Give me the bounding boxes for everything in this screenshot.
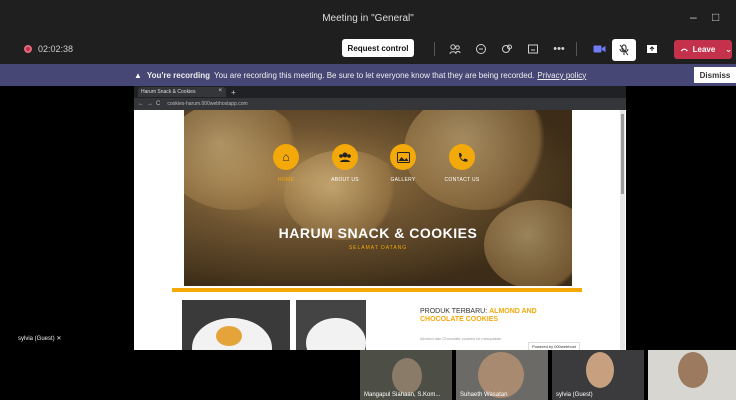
new-tab-icon[interactable]: + bbox=[231, 88, 236, 97]
leave-button[interactable]: Leave ⌄ bbox=[674, 40, 732, 59]
url-text[interactable]: cookies-harum.000webhostapp.com bbox=[167, 101, 247, 107]
nav-label: ABOUT US bbox=[331, 177, 359, 183]
leave-label: Leave bbox=[692, 45, 716, 54]
chevron-down-icon[interactable]: ⌄ bbox=[725, 45, 732, 54]
window-title: Meeting in "General" bbox=[322, 12, 414, 24]
presenter-label: sylvia (Guest) bbox=[18, 336, 55, 342]
cookie-photo-2 bbox=[296, 300, 366, 350]
recording-dot-icon bbox=[24, 45, 32, 53]
nav-gallery[interactable]: GALLERY bbox=[373, 144, 433, 183]
cookie-photo bbox=[182, 300, 290, 350]
separator bbox=[576, 42, 577, 56]
minimize-button[interactable]: – bbox=[690, 10, 697, 24]
powered-by-badge[interactable]: Powered by 000webhost bbox=[528, 342, 580, 350]
browser-tab[interactable]: Harum Snack & Cookies × bbox=[138, 87, 226, 97]
presenter-name: sylvia (Guest) ✕ bbox=[18, 335, 61, 342]
participant-tile[interactable]: Suhaeth Wasatan bbox=[456, 350, 548, 400]
product-section: PRODUK TERBARU: ALMOND AND CHOCOLATE COO… bbox=[172, 292, 582, 350]
home-icon: ⌂ bbox=[273, 144, 299, 170]
mic-off-icon bbox=[619, 44, 629, 56]
site-title: HARUM SNACK & COOKIES bbox=[278, 225, 478, 241]
shared-screen: Harum Snack & Cookies × + ←→C cookies-ha… bbox=[134, 86, 626, 350]
banner-message: You are recording this meeting. Be sure … bbox=[214, 70, 535, 80]
product-prefix: PRODUK TERBARU: bbox=[420, 308, 488, 315]
browser-tab-strip: Harum Snack & Cookies × + bbox=[134, 86, 626, 98]
phone-icon bbox=[449, 144, 475, 170]
mute-mic-button[interactable] bbox=[612, 39, 636, 61]
scrollbar-thumb[interactable] bbox=[621, 114, 624, 194]
phone-hangup-icon bbox=[680, 48, 688, 51]
nav-home[interactable]: ⌂ HOME bbox=[256, 144, 316, 183]
nav-contact-us[interactable]: CONTACT US bbox=[432, 144, 492, 183]
users-icon bbox=[332, 144, 358, 170]
website-hero: ⌂ HOME ABOUT US GALLERY CONTACT US HARUM… bbox=[184, 110, 572, 286]
recording-banner: ▲ You're recording You are recording thi… bbox=[0, 64, 736, 86]
chat-icon[interactable] bbox=[472, 40, 490, 58]
warning-icon: ▲ bbox=[134, 70, 142, 80]
participant-name: Suhaeth Wasatan bbox=[460, 392, 508, 398]
participant-name: Mangapul Siahaan, S.Kom... bbox=[364, 392, 441, 398]
privacy-policy-link[interactable]: Privacy policy bbox=[537, 71, 586, 80]
participant-tile[interactable]: sylvia (Guest) bbox=[552, 350, 644, 400]
more-options-icon[interactable]: ••• bbox=[550, 40, 568, 58]
product-heading: PRODUK TERBARU: ALMOND AND CHOCOLATE COO… bbox=[420, 308, 570, 324]
browser-nav-icons[interactable]: ←→C bbox=[138, 101, 163, 107]
nav-label: CONTACT US bbox=[444, 177, 480, 183]
dismiss-button[interactable]: Dismiss bbox=[694, 67, 736, 83]
mic-off-icon: ✕ bbox=[56, 336, 62, 342]
title-bar: Meeting in "General" – □ bbox=[0, 0, 736, 36]
image-icon bbox=[390, 144, 416, 170]
banner-title: You're recording bbox=[146, 70, 211, 80]
close-tab-icon[interactable]: × bbox=[218, 88, 222, 94]
participant-name: sylvia (Guest) bbox=[556, 392, 593, 398]
separator bbox=[434, 42, 435, 56]
nav-label: HOME bbox=[277, 177, 295, 183]
meeting-toolbar: 02:02:38 Request control ••• Leave ⌄ bbox=[0, 36, 736, 64]
share-screen-icon[interactable] bbox=[643, 40, 661, 58]
product-description: Almond dan Chocolate cookies ini merupak… bbox=[420, 336, 502, 341]
participant-tile[interactable] bbox=[648, 350, 736, 400]
participant-tile[interactable]: Mangapul Siahaan, S.Kom... bbox=[360, 350, 452, 400]
timer-text: 02:02:38 bbox=[38, 44, 74, 54]
recording-timer: 02:02:38 bbox=[24, 44, 73, 54]
tab-title: Harum Snack & Cookies bbox=[141, 89, 196, 95]
nav-label: GALLERY bbox=[390, 177, 416, 183]
nav-about-us[interactable]: ABOUT US bbox=[315, 144, 375, 183]
participants-icon[interactable] bbox=[446, 40, 464, 58]
site-subtitle: SELAMAT DATANG bbox=[348, 245, 408, 251]
browser-address-bar: ←→C cookies-harum.000webhostapp.com bbox=[134, 98, 626, 110]
page-scrollbar[interactable] bbox=[620, 110, 625, 350]
camera-icon[interactable] bbox=[590, 40, 608, 58]
reactions-icon[interactable] bbox=[498, 40, 516, 58]
request-control-button[interactable]: Request control bbox=[342, 39, 414, 57]
share-tray-icon[interactable] bbox=[524, 40, 542, 58]
maximize-button[interactable]: □ bbox=[712, 10, 719, 24]
